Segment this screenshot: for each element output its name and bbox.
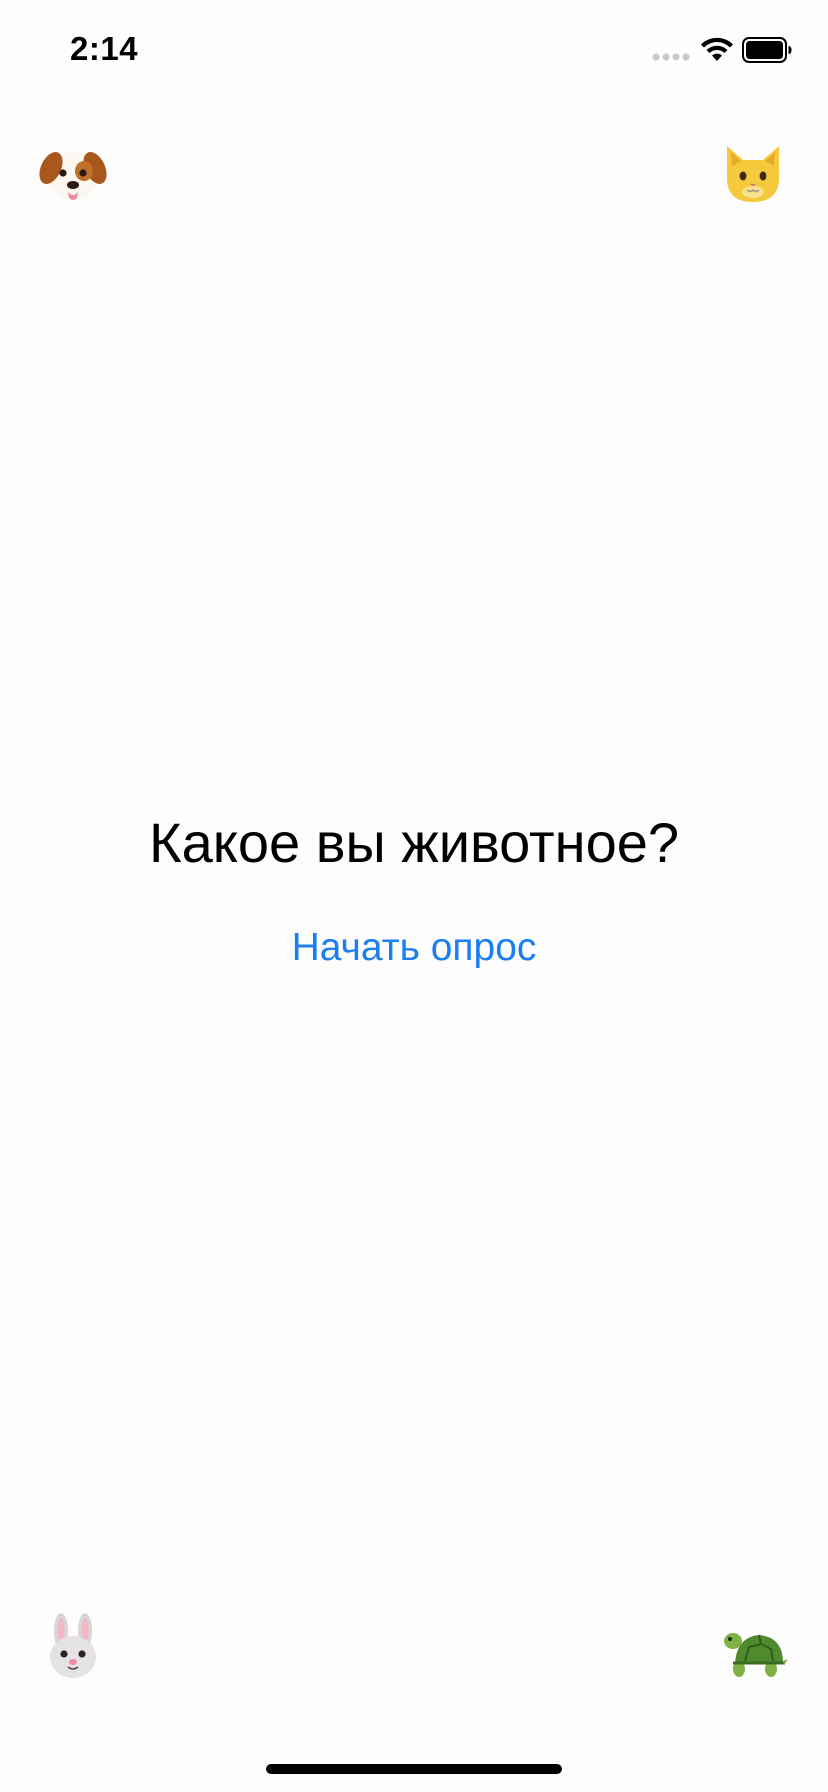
dog-face-icon bbox=[37, 138, 109, 210]
cellular-signal-icon bbox=[652, 53, 690, 61]
home-indicator[interactable] bbox=[266, 1764, 562, 1774]
wifi-icon bbox=[701, 37, 733, 61]
status-bar: 2:14 bbox=[0, 0, 828, 100]
turtle-icon bbox=[717, 1611, 789, 1683]
start-survey-button[interactable]: Начать опрос bbox=[264, 920, 564, 976]
status-time: 2:14 bbox=[70, 30, 139, 67]
page-title: Какое вы животное? bbox=[148, 811, 680, 874]
battery-icon bbox=[742, 37, 792, 63]
cat-face-icon bbox=[717, 138, 789, 210]
rabbit-face-icon bbox=[37, 1611, 109, 1683]
